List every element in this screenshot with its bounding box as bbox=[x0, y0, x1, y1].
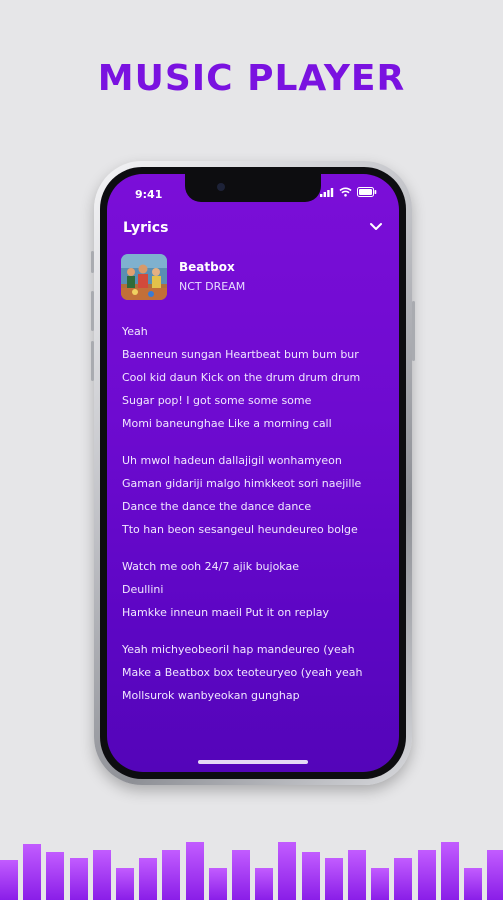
lyric-line: Tto han beon sesangeul heundeureo bolge bbox=[122, 523, 358, 536]
lyric-line: Uh mwol hadeun dallajigil wonhamyeon bbox=[122, 454, 342, 467]
chevron-down-icon[interactable] bbox=[369, 222, 383, 232]
equalizer-bar bbox=[440, 842, 459, 900]
lyric-line: Mollsurok wanbyeokan gunghap bbox=[122, 689, 300, 702]
album-cover-image[interactable] bbox=[121, 254, 167, 300]
equalizer-bar bbox=[487, 850, 503, 900]
status-icons bbox=[320, 187, 377, 197]
lyrics-stanza: Yeah michyeobeoril hap mandeureo (yeah M… bbox=[122, 638, 388, 707]
song-title: Beatbox bbox=[179, 260, 235, 274]
cellular-signal-icon bbox=[320, 187, 334, 197]
equalizer-bar bbox=[464, 868, 482, 900]
equalizer-bar bbox=[278, 842, 297, 900]
phone-bezel: 9:41 Lyrics Beatbox NCT DREAM Yeah Baenn… bbox=[100, 167, 406, 779]
equalizer-decoration bbox=[0, 820, 503, 900]
lyrics-stanza: Watch me ooh 24/7 ajik bujokae Deullini … bbox=[122, 555, 388, 624]
equalizer-bar bbox=[92, 850, 111, 900]
phone-volume-down-button bbox=[91, 341, 94, 381]
lyrics-stanza: Uh mwol hadeun dallajigil wonhamyeon Gam… bbox=[122, 449, 388, 541]
lyric-line: Baenneun sungan Heartbeat bum bum bur bbox=[122, 348, 359, 361]
equalizer-bar bbox=[208, 868, 227, 900]
lyric-line: Gaman gidariji malgo himkkeot sori naeji… bbox=[122, 477, 362, 490]
lyric-line: Watch me ooh 24/7 ajik bujokae bbox=[122, 560, 299, 573]
lyric-line: Momi baneunghae Like a morning call bbox=[122, 417, 332, 430]
lyric-line: Sugar pop! I got some some some bbox=[122, 394, 312, 407]
equalizer-bar bbox=[394, 858, 413, 900]
phone-screen: 9:41 Lyrics Beatbox NCT DREAM Yeah Baenn… bbox=[107, 174, 399, 772]
home-indicator bbox=[198, 760, 308, 764]
phone-mockup: 9:41 Lyrics Beatbox NCT DREAM Yeah Baenn… bbox=[91, 161, 415, 785]
equalizer-bar bbox=[69, 858, 88, 900]
equalizer-bar bbox=[232, 850, 250, 900]
equalizer-bar bbox=[139, 858, 158, 900]
status-time: 9:41 bbox=[135, 188, 163, 201]
equalizer-bar bbox=[185, 842, 204, 900]
lyric-line: Deullini bbox=[122, 583, 164, 596]
equalizer-bar bbox=[255, 868, 274, 900]
equalizer-bar bbox=[348, 850, 366, 900]
lyric-line: Yeah bbox=[122, 325, 148, 338]
phone-power-button bbox=[412, 301, 415, 361]
phone-notch bbox=[185, 174, 321, 202]
phone-volume-up-button bbox=[91, 291, 94, 331]
phone-mute-switch bbox=[91, 251, 94, 273]
equalizer-bar bbox=[162, 850, 181, 900]
equalizer-bar bbox=[0, 860, 18, 900]
lyric-line: Dance the dance the dance dance bbox=[122, 500, 312, 513]
headline-title: MUSIC PLAYER bbox=[97, 58, 406, 99]
equalizer-bar bbox=[417, 850, 436, 900]
equalizer-bar bbox=[301, 852, 320, 900]
lyric-line: Make a Beatbox box teoteuryeo (yeah yeah bbox=[122, 666, 363, 679]
lyrics-stanza: Yeah Baenneun sungan Heartbeat bum bum b… bbox=[122, 320, 388, 435]
equalizer-bar bbox=[23, 844, 42, 900]
equalizer-bar bbox=[371, 868, 390, 900]
wifi-icon bbox=[339, 187, 352, 197]
battery-icon bbox=[357, 187, 377, 197]
lyric-line: Hamkke inneun maeil Put it on replay bbox=[122, 606, 330, 619]
lyric-line: Yeah michyeobeoril hap mandeureo (yeah bbox=[122, 643, 355, 656]
equalizer-bar bbox=[324, 858, 343, 900]
lyrics-body: Yeah Baenneun sungan Heartbeat bum bum b… bbox=[122, 320, 388, 721]
front-camera bbox=[217, 183, 225, 191]
artist-name: NCT DREAM bbox=[179, 280, 246, 293]
equalizer-bar bbox=[116, 868, 134, 900]
lyric-line: Cool kid daun Kick on the drum drum drum bbox=[122, 371, 361, 384]
lyrics-panel-title: Lyrics bbox=[123, 220, 169, 236]
equalizer-bar bbox=[46, 852, 65, 900]
